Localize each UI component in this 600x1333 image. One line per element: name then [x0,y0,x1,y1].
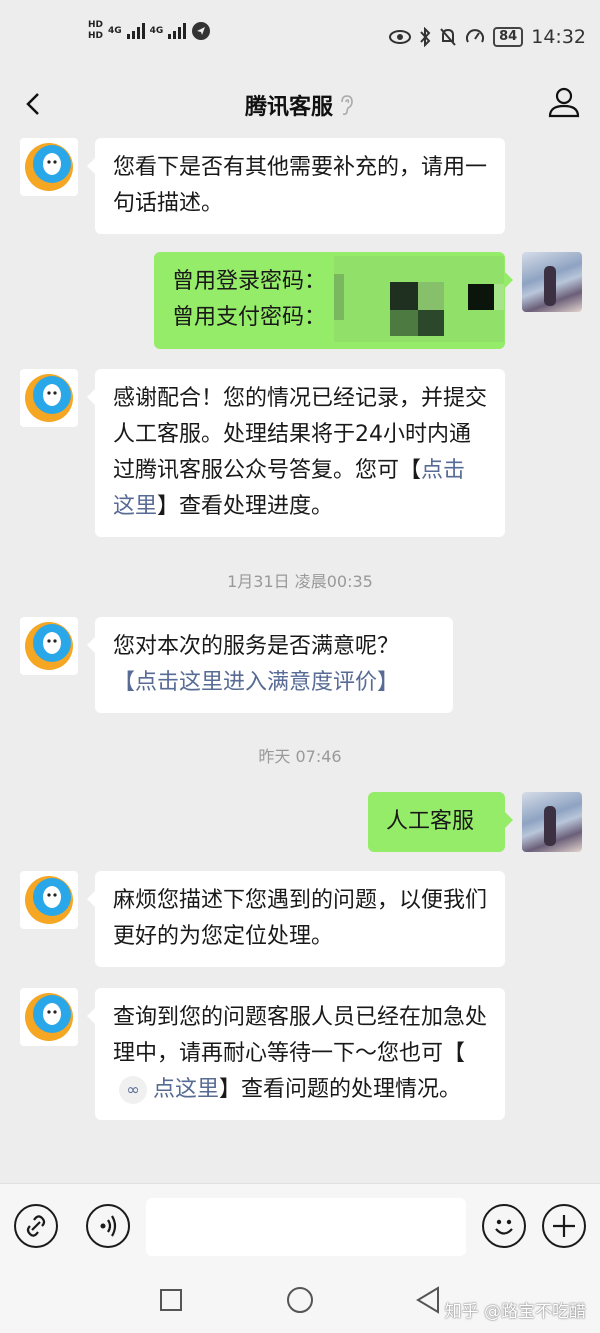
voice-button[interactable] [86,1204,130,1248]
qq-service-logo-icon [25,143,73,191]
message-text: 】查看问题的处理情况。 [219,1077,462,1102]
link-button[interactable] [14,1204,58,1248]
satisfaction-survey-link[interactable]: 【点击这里进入满意度评价】 [113,665,435,701]
message-bubble[interactable]: 感谢配合！您的情况已经记录，并提交人工客服。处理结果将于24小时内通过腾讯客服公… [87,369,505,537]
signal-bars-icon [126,23,145,39]
hd-indicator: HD HD [88,20,103,42]
message-text: 查询到您的问题客服人员已经在加急处理中，请再耐心等待一下～您也可【 [113,1005,488,1066]
square-icon[interactable] [160,1289,182,1311]
watermark: 知乎 @路宝不吃醋 [444,1302,586,1322]
mosaic-redaction [334,256,504,342]
status-bar: HD HD 4G 4G 84 14:32 [0,0,600,76]
bot-avatar[interactable] [20,138,78,196]
user-avatar[interactable] [522,792,582,852]
user-avatar[interactable] [522,252,582,312]
status-icons: 84 14:32 [389,26,586,48]
signal-bars-icon [168,23,187,39]
qq-service-logo-icon [25,876,73,924]
bot-avatar[interactable] [20,871,78,929]
message-bubble[interactable]: 查询到您的问题客服人员已经在加急处理中，请再耐心等待一下～您也可【 ∞ 点这里】查看… [87,988,505,1120]
battery-indicator: 84 [493,27,524,47]
message-bubble[interactable]: 麻烦您描述下您遇到的问题，以便我们更好的为您定位处理。 [87,871,505,967]
mute-bell-icon [440,28,456,46]
triangle-back-icon[interactable] [414,1285,442,1315]
chat-title: 腾讯客服 [0,89,600,122]
network-type: 4G [108,26,122,36]
message-bubble[interactable]: 您对本次的服务是否满意呢？ 【点击这里进入满意度评价】 [87,617,453,713]
qq-service-logo-icon [25,993,73,1041]
message-text: 】查看处理进度。 [157,494,334,519]
hd-label: HD [88,31,104,41]
profile-button[interactable] [544,82,584,122]
plus-button[interactable] [542,1204,586,1248]
timestamp: 昨天 07:46 [258,747,342,766]
system-nav-bar: 知乎 @路宝不吃醋 [0,1265,600,1333]
circle-icon[interactable] [287,1287,313,1313]
speed-icon [466,29,485,43]
plus-icon [553,1215,575,1237]
message-bubble[interactable]: 您看下是否有其他需要补充的，请用一句话描述。 [87,138,505,234]
message-input[interactable] [146,1198,466,1256]
link-icon [26,1215,46,1237]
bot-avatar[interactable] [20,617,78,675]
chat-header: 腾讯客服 [0,76,600,132]
voice-icon [100,1215,117,1237]
network-type: 4G [149,26,164,36]
message-text: 麻烦您描述下您遇到的问题，以便我们更好的为您定位处理。 [113,888,488,949]
message-text: 您看下是否有其他需要补充的，请用一句话描述。 [113,155,488,216]
hd-label: HD [88,20,104,30]
qq-service-logo-icon [25,622,73,670]
emoji-button[interactable] [482,1204,526,1248]
message-text: 您对本次的服务是否满意呢？ [113,634,400,659]
bluetooth-icon [420,27,431,47]
signal-area: HD HD 4G 4G [88,20,211,42]
emoji-icon [495,1219,513,1235]
qq-service-logo-icon [25,374,73,422]
title-text: 腾讯客服 [244,95,333,120]
bot-avatar[interactable] [20,988,78,1046]
location-arrow-icon [192,22,211,40]
person-icon [548,87,580,118]
mini-program-icon: ∞ [119,1076,147,1104]
input-bar [0,1183,600,1266]
message-bubble[interactable]: 人工客服 [368,792,513,852]
status-link[interactable]: 点这里 [153,1077,219,1102]
clock: 14:32 [531,26,586,48]
ear-icon [339,94,355,122]
timestamp: 1月31日 凌晨00:35 [227,572,373,591]
bot-avatar[interactable] [20,369,78,427]
eye-icon [389,30,412,44]
message-text: 人工客服 [386,809,475,834]
